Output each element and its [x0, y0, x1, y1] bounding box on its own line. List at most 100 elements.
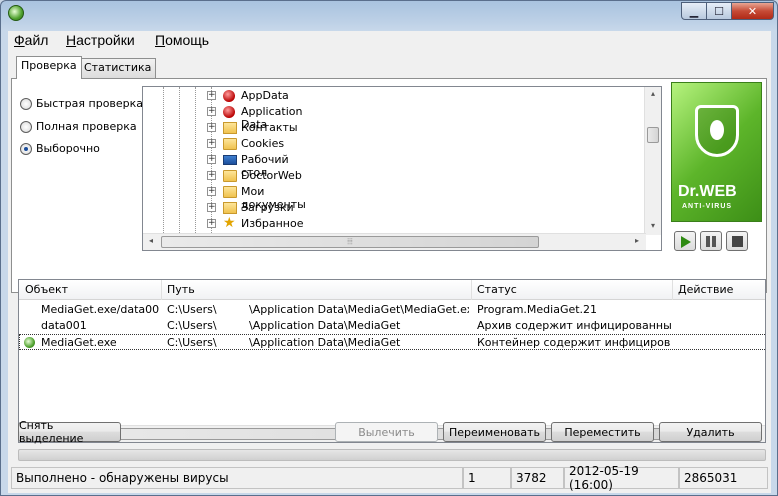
start-scan-button[interactable] [674, 231, 696, 251]
status-files-scanned: 3782 [511, 467, 564, 489]
expand-icon[interactable]: + [207, 91, 216, 100]
minimize-button[interactable]: ▁ [681, 2, 707, 20]
column-header-action[interactable]: Действие [678, 283, 733, 296]
scan-panel: Быстрая проверка Полная проверка Выбороч… [11, 78, 767, 293]
title-bar[interactable]: ▁ ☐ ✕ [1, 1, 777, 27]
favorites-star-icon: ★ [223, 215, 236, 231]
folder-tree[interactable]: + AppData + Application Data + Контакты … [142, 86, 662, 251]
column-header-path[interactable]: Путь [167, 283, 195, 296]
cell-path: \Application Data\MediaGet\MediaGet.exe.… [249, 303, 469, 316]
drweb-container-icon [24, 337, 35, 348]
folder-icon [223, 186, 237, 198]
results-table[interactable]: Объект Путь Статус Действие MediaGet.exe… [18, 279, 766, 443]
scroll-thumb[interactable]: ⦙⦙⦙ [161, 236, 539, 248]
status-virus-records: 2865031 [679, 467, 768, 489]
tab-statistics[interactable]: Статистика [79, 58, 157, 78]
expand-icon[interactable]: + [207, 139, 216, 148]
desktop-icon [223, 155, 237, 165]
folder-icon [223, 170, 237, 182]
logo-subtitle: ANTI-VIRUS [682, 203, 733, 210]
downloads-folder-icon [223, 202, 237, 214]
shield-spider-icon [695, 105, 739, 157]
expand-icon[interactable]: + [207, 219, 216, 228]
radio-dot [20, 120, 32, 133]
expand-icon[interactable]: + [207, 171, 216, 180]
cell-path-prefix: C:\Users\ [167, 303, 217, 316]
menu-help[interactable]: Помощь [155, 32, 209, 48]
tree-item-label: Cookies [241, 137, 285, 150]
expand-icon[interactable]: + [207, 203, 216, 212]
expand-icon[interactable]: + [207, 187, 216, 196]
column-header-object[interactable]: Объект [25, 283, 68, 296]
radio-full-scan[interactable]: Полная проверка [20, 120, 137, 133]
menu-settings[interactable]: Настройки [66, 32, 135, 48]
folder-icon [223, 138, 237, 150]
pause-scan-button[interactable] [700, 231, 722, 251]
column-separator[interactable] [672, 280, 673, 300]
cell-status: Контейнер содержит инфицирова... [477, 336, 671, 349]
column-separator[interactable] [471, 280, 472, 300]
tree-guide-line [195, 87, 196, 233]
status-message: Выполнено - обнаружены вирусы [11, 467, 463, 489]
cell-status: Архив содержит инфицированные... [477, 319, 671, 332]
expand-icon[interactable]: + [207, 107, 216, 116]
cell-path-prefix: C:\Users\ [167, 319, 217, 332]
cell-path: \Application Data\MediaGet [249, 319, 401, 332]
radio-label: Выборочно [36, 142, 100, 155]
rename-button[interactable]: Переименовать [443, 422, 546, 442]
table-row[interactable]: data001 C:\Users\ \Application Data\Medi… [19, 318, 765, 334]
scroll-up-arrow[interactable]: ▴ [645, 89, 661, 98]
menu-file[interactable]: Файл [14, 32, 48, 48]
scroll-down-arrow[interactable]: ▾ [645, 221, 661, 230]
contacts-folder-icon [223, 122, 237, 134]
table-header: Объект Путь Статус Действие [19, 280, 765, 300]
scroll-right-arrow[interactable]: ▸ [629, 236, 645, 245]
tree-item-label: AppData [241, 89, 289, 102]
drweb-logo: Dr.WEB ANTI-VIRUS [671, 82, 762, 222]
scroll-thumb[interactable] [647, 127, 659, 143]
radio-quick-scan[interactable]: Быстрая проверка [20, 97, 143, 110]
deselect-button[interactable]: Снять выделение [18, 419, 121, 445]
cure-button[interactable]: Вылечить [335, 422, 438, 442]
play-icon [681, 236, 691, 248]
app-window: ▁ ☐ ✕ Файл Настройки Помощь Проверка Ста… [0, 0, 778, 496]
column-header-status[interactable]: Статус [477, 283, 517, 296]
status-datetime: 2012-05-19 (16:00) [564, 464, 679, 492]
client-area: Файл Настройки Помощь Проверка Статистик… [8, 31, 771, 493]
scroll-left-arrow[interactable]: ◂ [143, 236, 159, 245]
radio-dot-selected [20, 142, 32, 155]
move-button[interactable]: Переместить [551, 422, 654, 442]
logo-title: Dr.WEB [678, 183, 737, 200]
radio-label: Быстрая проверка [36, 97, 144, 110]
scan-progress-bar [18, 449, 766, 461]
stop-scan-button[interactable] [726, 231, 748, 251]
close-button[interactable]: ✕ [731, 2, 774, 20]
spider-icon [710, 120, 724, 140]
cell-object: data001 [41, 319, 87, 332]
cell-object: MediaGet.exe/data00... [41, 303, 159, 316]
menu-bar: Файл Настройки Помощь [8, 31, 771, 51]
drweb-app-icon [8, 5, 24, 21]
tree-item-label: Избранное [241, 217, 304, 230]
tree-horizontal-scrollbar[interactable]: ◂ ⦙⦙⦙ ▸ [143, 233, 646, 250]
table-row-selected[interactable]: MediaGet.exe C:\Users\ \Application Data… [19, 334, 765, 350]
tree-item-label: Загрузки [241, 201, 294, 214]
expand-icon[interactable]: + [207, 155, 216, 164]
cell-object: MediaGet.exe [41, 336, 117, 349]
tree-guide-line [163, 87, 164, 233]
delete-button[interactable]: Удалить [659, 422, 762, 442]
column-separator[interactable] [161, 280, 162, 300]
tree-item-label: Контакты [241, 121, 298, 134]
pause-icon [706, 236, 716, 247]
tree-vertical-scrollbar[interactable]: ▴ ▾ [644, 87, 661, 235]
radio-label: Полная проверка [36, 120, 137, 133]
radio-custom-scan[interactable]: Выборочно [20, 142, 100, 155]
expand-icon[interactable]: + [207, 123, 216, 132]
cell-path-prefix: C:\Users\ [167, 336, 217, 349]
tab-scan[interactable]: Проверка [16, 56, 82, 79]
cell-path: \Application Data\MediaGet [249, 336, 401, 349]
radio-dot [20, 97, 32, 110]
status-threat-count: 1 [463, 467, 511, 489]
table-row[interactable]: MediaGet.exe/data00... C:\Users\ \Applic… [19, 302, 765, 318]
maximize-button[interactable]: ☐ [706, 2, 732, 20]
